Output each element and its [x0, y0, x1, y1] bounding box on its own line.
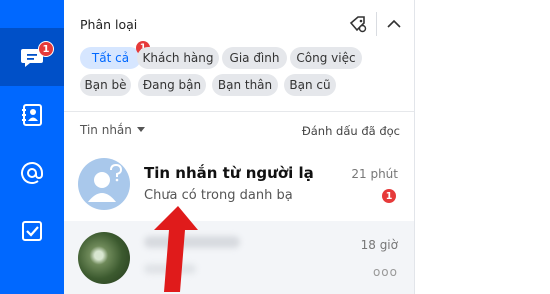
- mark-all-read-link[interactable]: Đánh dấu đã đọc: [302, 124, 400, 138]
- chip-label: Khách hàng: [142, 51, 214, 65]
- caret-down-icon: [136, 127, 145, 132]
- conversation-time: 21 phút: [351, 167, 398, 181]
- filter-title: Phân loại: [80, 17, 138, 32]
- messages-filter-dropdown[interactable]: Tin nhắn: [80, 123, 146, 137]
- chip-label: Bạn cũ: [289, 78, 331, 92]
- annotation-arrow-icon: [154, 206, 198, 292]
- todo-check-icon: [22, 221, 42, 241]
- nav-contacts[interactable]: [0, 86, 64, 144]
- chip-label: Bạn bè: [84, 78, 127, 92]
- chip-friends[interactable]: Bạn bè: [80, 74, 131, 96]
- nav-todo[interactable]: [0, 202, 64, 260]
- nav-rail: 1: [0, 0, 64, 294]
- header-separator: [376, 12, 377, 36]
- avatar: [78, 232, 130, 284]
- conversation-row[interactable]: Tin nhắn từ người lạ Chưa có trong danh …: [64, 150, 414, 221]
- tag-settings-icon[interactable]: [348, 14, 368, 34]
- chip-work[interactable]: Công việc: [290, 47, 362, 69]
- chip-label: Bạn thân: [217, 78, 273, 92]
- chip-busy[interactable]: Đang bận: [138, 74, 206, 96]
- chip-family[interactable]: Gia đình: [222, 47, 287, 69]
- at-mention-icon: [21, 162, 43, 184]
- nav-messages-badge: 1: [38, 41, 54, 57]
- nav-messages[interactable]: 1: [0, 28, 64, 86]
- nav-mentions[interactable]: [0, 144, 64, 202]
- avatar: [78, 158, 130, 210]
- section-divider: [64, 111, 414, 112]
- more-options-icon[interactable]: ooo: [373, 265, 398, 279]
- chip-best-friends[interactable]: Bạn thân: [212, 74, 278, 96]
- chevron-up-icon[interactable]: [384, 14, 404, 34]
- chip-label: Tất cả: [91, 51, 130, 65]
- chat-area: [415, 0, 550, 294]
- contacts-icon: [22, 104, 42, 126]
- conversation-time: 18 giờ: [360, 238, 398, 252]
- chip-label: Đang bận: [142, 78, 202, 92]
- chip-customers[interactable]: Khách hàng: [137, 47, 219, 69]
- conversation-row[interactable]: 18 giờ ooo: [64, 221, 414, 294]
- unknown-user-icon: [88, 163, 123, 202]
- conversation-panel: Phân loại Tất cả 1 Khách hàng Gia đình C…: [64, 0, 414, 294]
- chip-label: Công việc: [296, 51, 356, 65]
- messages-header-label: Tin nhắn: [80, 123, 132, 137]
- chip-label: Gia đình: [229, 51, 280, 65]
- chip-all[interactable]: Tất cả 1: [80, 41, 150, 69]
- conversation-name: Tin nhắn từ người lạ: [144, 164, 314, 182]
- chip-old-friends[interactable]: Bạn cũ: [284, 74, 336, 96]
- unread-badge: 1: [382, 189, 396, 203]
